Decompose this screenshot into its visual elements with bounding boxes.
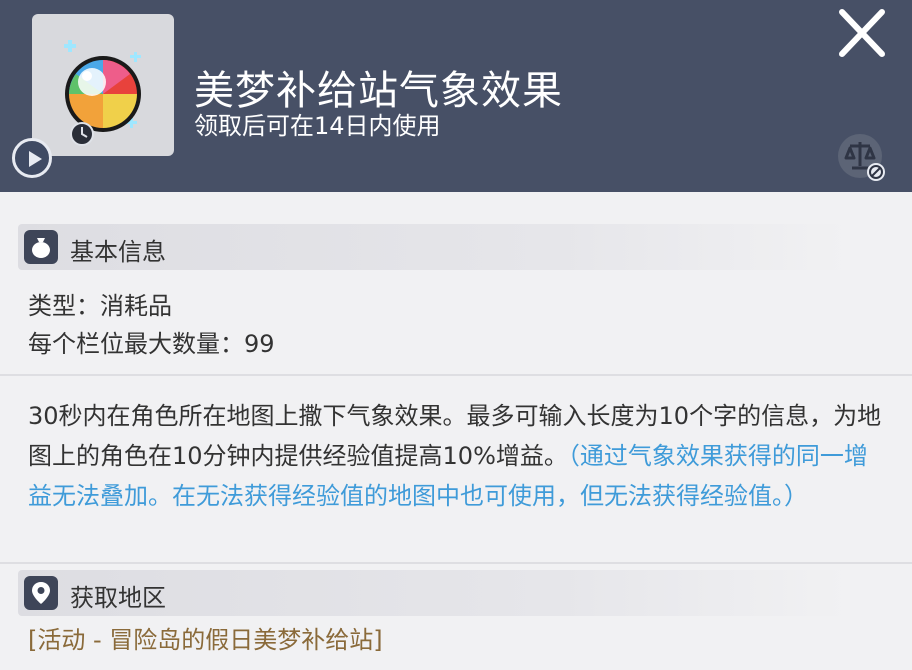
item-type: 类型：消耗品 <box>28 292 172 320</box>
basic-info-title: 基本信息 <box>70 238 166 266</box>
item-icon-frame <box>32 14 174 156</box>
acquire-title: 获取地区 <box>70 584 166 612</box>
beach-ball-icon <box>64 40 141 146</box>
divider <box>0 374 912 376</box>
close-icon[interactable] <box>836 8 888 58</box>
divider <box>0 562 912 564</box>
item-header: 美梦补给站气象效果 领取后可在14日内使用 <box>0 0 912 192</box>
bag-icon <box>24 230 58 264</box>
acquire-region-link[interactable]: [活动 - 冒险岛的假日美梦补给站] <box>28 620 383 655</box>
play-icon[interactable] <box>12 138 52 178</box>
max-stack: 每个栏位最大数量：99 <box>28 330 275 358</box>
item-description: 30秒内在角色所在地图上撒下气象效果。最多可输入长度为10个字的信息，为地图上的… <box>28 396 888 516</box>
map-pin-icon <box>24 576 58 610</box>
basic-info-header: 基本信息 <box>18 224 848 270</box>
item-subtitle: 领取后可在14日内使用 <box>194 112 441 140</box>
acquire-header: 获取地区 <box>18 570 848 616</box>
trade-disabled-icon <box>838 134 885 181</box>
